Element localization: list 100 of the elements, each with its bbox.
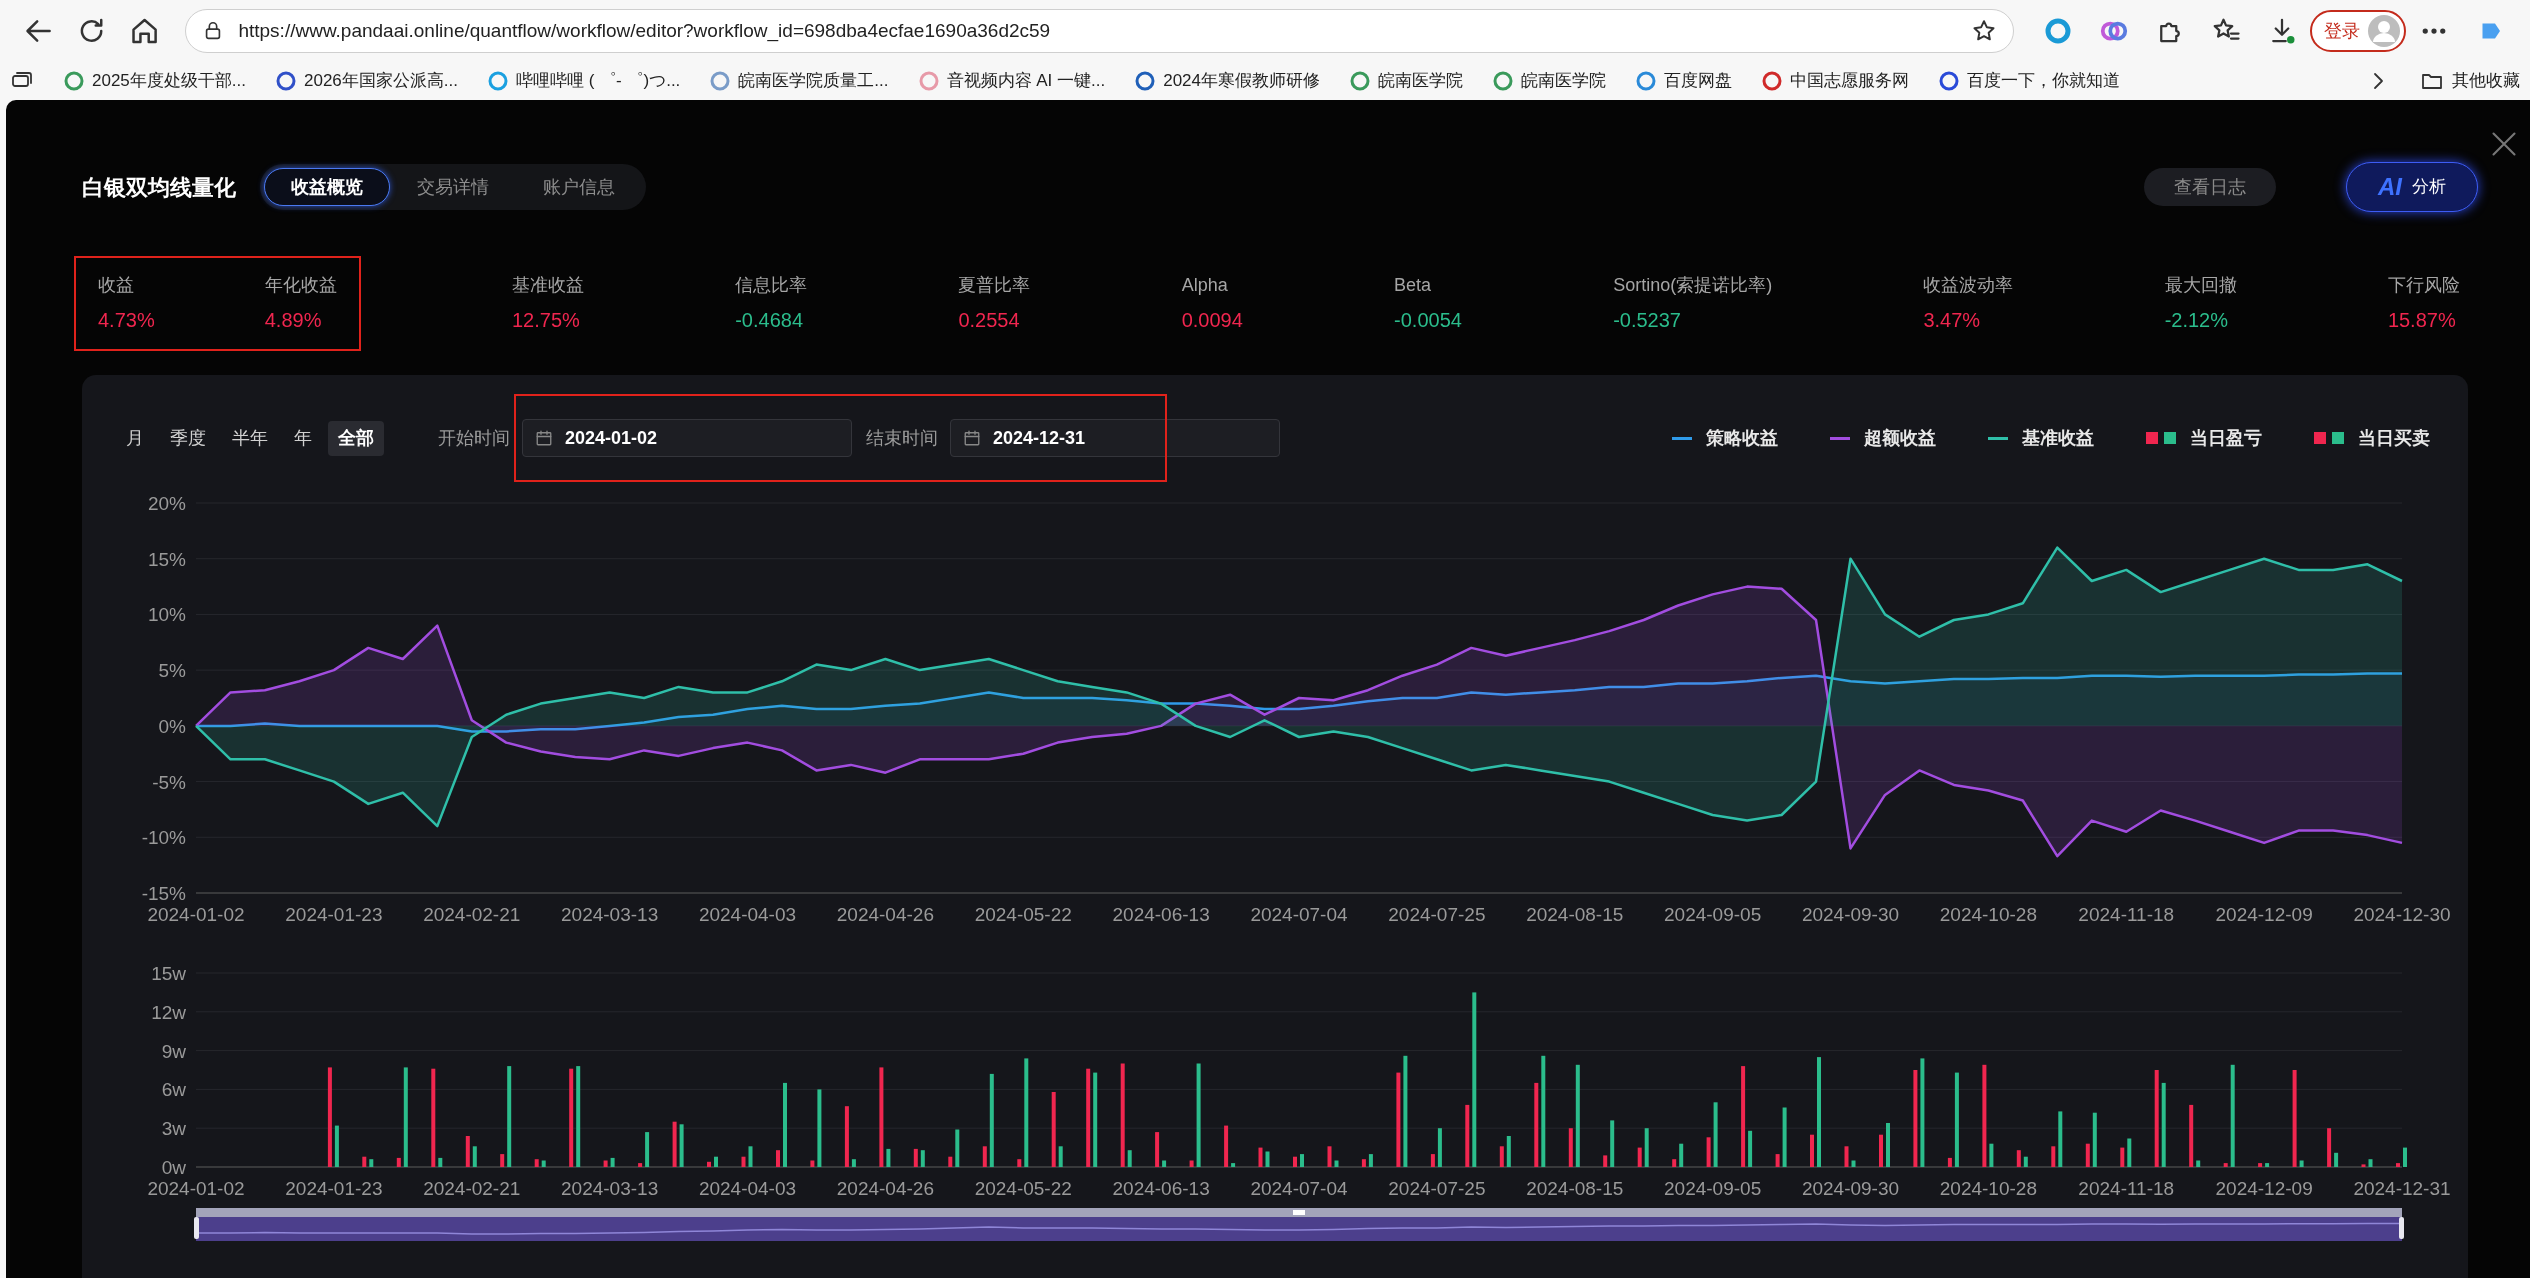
ai-analysis-button[interactable]: AI 分析 [2346,162,2478,212]
bar [2058,1111,2063,1167]
bar [1989,1143,1994,1167]
bar [500,1154,505,1167]
bar [776,1150,780,1167]
bookmark-link[interactable]: 2026年国家公派高... [276,68,458,94]
bar [438,1157,443,1167]
axis-label: 15w [151,963,186,984]
legend-item[interactable]: 基准收益 [1988,424,2094,452]
bookmark-link[interactable]: 皖南医学院质量工... [710,68,889,94]
bar [1713,1102,1718,1167]
period-tab[interactable]: 月 [116,420,154,456]
bar [955,1129,960,1167]
legend-line-icon [1672,436,1692,440]
bar [645,1132,650,1167]
bookmark-folder[interactable]: 其他收藏 [2420,68,2520,94]
bookmark-link[interactable]: 百度网盘 [1636,68,1732,94]
period-tab[interactable]: 年 [284,420,322,456]
bar [465,1136,470,1167]
bookmark-link[interactable]: 2025年度处级干部... [64,68,246,94]
legend-item[interactable]: 当日盈亏 [2146,424,2262,452]
tab[interactable]: 收益概览 [264,168,390,206]
bar [1437,1128,1442,1167]
view-log-button[interactable]: 查看日志 [2144,168,2276,206]
bar [603,1160,608,1167]
bar [1610,1120,1615,1167]
bookmark-link[interactable]: 哔哩哔哩 ( ゜- ゜)つ... [488,68,681,94]
tab[interactable]: 账户信息 [516,168,642,206]
period-tab[interactable]: 季度 [160,420,216,456]
bar [1810,1134,1814,1167]
bar [1162,1160,1167,1167]
metric-label: 收益 [98,274,135,297]
axis-label: 2024-01-02 [147,904,245,925]
bookmark-icon [1350,71,1370,91]
address-bar[interactable]: https://www.pandaai.online/quantflow/workflow/editor?workflow_id=698dba4ecfae1690a36d2c59 [185,9,2014,53]
bar [2051,1146,2056,1167]
axis-label: 6w [161,1079,186,1101]
bar [1368,1154,1373,1167]
legend-line-icon [1988,436,2008,440]
axis-label: 2024-08-15 [1526,1178,1624,1199]
bar [982,1146,987,1167]
metric-value: -2.12% [2164,308,2229,333]
axis-label: 0w [161,1157,186,1178]
bar [2361,1164,2366,1167]
bar [2196,1160,2201,1167]
axis-label: 2024-01-23 [285,1178,383,1199]
metric-value: 0.0094 [1181,308,1243,333]
bar [1334,1160,1339,1167]
bookmark-link[interactable]: 百度一下，你就知道 [1939,68,2120,94]
bar [2327,1128,2332,1167]
legend-item[interactable]: 当日买卖 [2314,424,2430,452]
metric-label: 最大回撤 [2164,274,2237,297]
legend-item[interactable]: 超额收益 [1830,424,1936,452]
axis-label: 3w [161,1118,186,1140]
bar [851,1159,856,1167]
axis-label: 9w [161,1040,186,1062]
date-field[interactable]: 2024-12-31 [950,419,1280,457]
avatar-icon [2368,15,2400,47]
period-tab[interactable]: 全部 [328,420,384,456]
metric-value: -0.5237 [1613,308,1682,333]
date-field[interactable]: 2024-01-02 [522,419,852,457]
close-icon[interactable] [2490,130,2518,158]
bar [1879,1134,1883,1167]
login-button[interactable]: 登录 [2310,10,2406,52]
legend-item[interactable]: 策略收益 [1672,424,1778,452]
metric-value: 12.75% [511,308,581,333]
bookmark-link[interactable]: 皖南医学院 [1493,68,1606,94]
metric-label: Beta [1394,274,1433,297]
tab[interactable]: 交易详情 [390,168,516,206]
bar [1748,1130,1753,1167]
axis-label: 12w [151,1001,186,1023]
metric-value: 0.2554 [958,308,1021,333]
bar [638,1163,643,1167]
axis-label: -5% [152,771,186,793]
axis-label: 2024-04-26 [836,1178,934,1199]
bar [1189,1160,1194,1167]
metric-label: 收益波动率 [1923,274,2014,297]
axis-label: 2024-04-26 [836,904,934,925]
axis-label: 2024-08-15 [1526,904,1624,925]
bar [886,1148,891,1167]
calendar-icon [963,429,981,447]
bar [1568,1128,1573,1167]
axis-label: 2024-11-18 [2078,904,2175,925]
bar [2023,1156,2028,1167]
bar [1430,1154,1435,1167]
axis-label: 2024-04-03 [698,904,797,925]
metric-value: 4.89% [264,308,323,333]
metric-value: -0.4684 [735,308,805,333]
bookmark-icon [64,71,84,91]
bookmark-link[interactable]: 皖南医学院 [1350,68,1463,94]
bookmark-link[interactable]: 2024年寒假教师研修 [1135,68,1320,94]
bar [1844,1146,1849,1167]
axis-label: 2024-10-28 [1939,1178,2037,1199]
period-tab[interactable]: 半年 [222,420,278,456]
bar [672,1121,677,1167]
bar [1258,1147,1263,1167]
bar [1644,1128,1649,1167]
bookmark-link[interactable]: 中国志愿服务网 [1762,68,1909,94]
range-slider[interactable] [194,1208,2404,1241]
bookmark-link[interactable]: 音视频内容 AI 一键... [918,68,1106,94]
